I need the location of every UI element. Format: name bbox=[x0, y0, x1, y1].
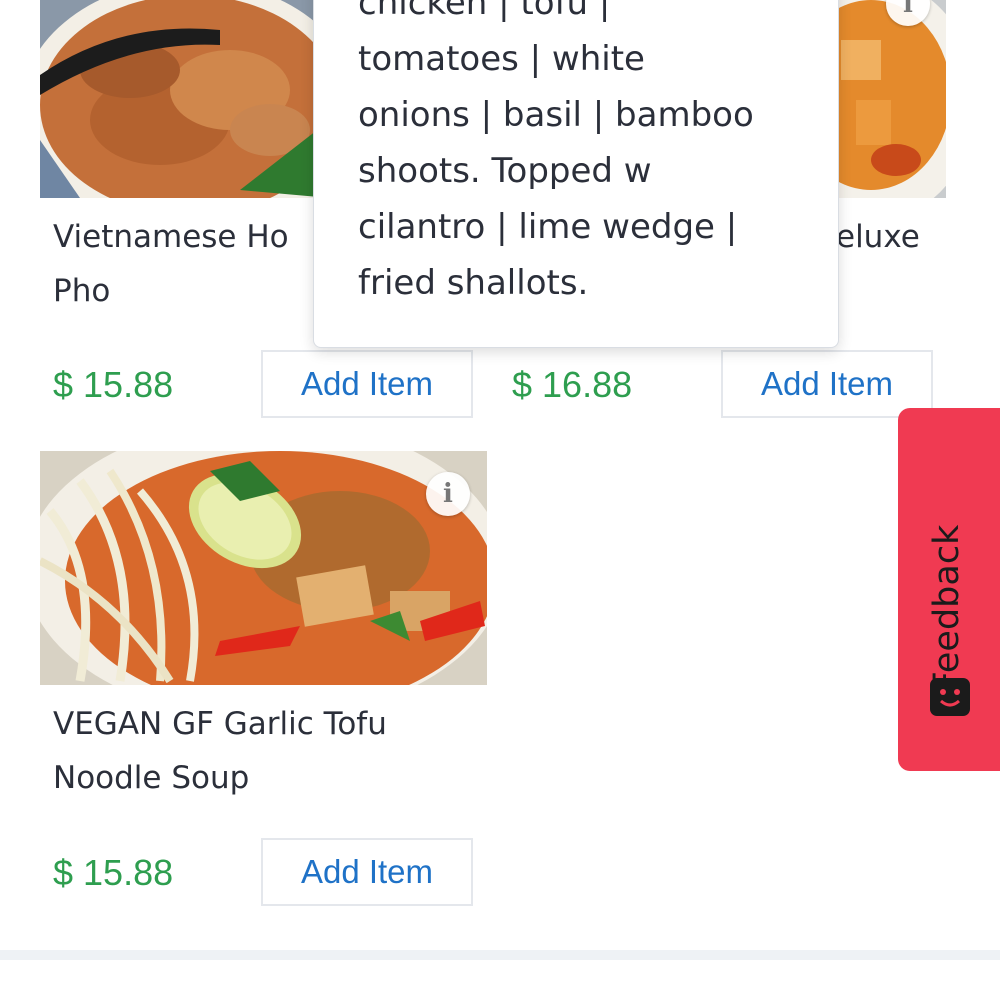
feedback-tab[interactable]: Feedback bbox=[898, 408, 1000, 771]
item-description-tooltip: chicken | tofu | tomatoes | white onions… bbox=[313, 0, 839, 348]
item-name-line1: VEGAN GF Garlic Tofu bbox=[53, 706, 387, 742]
item-price: $ 15.88 bbox=[53, 852, 174, 893]
section-divider bbox=[0, 950, 1000, 960]
tooltip-line: fried shallots. bbox=[358, 263, 589, 303]
item-name-line2: Pho bbox=[53, 273, 111, 309]
tooltip-line: chicken | tofu | bbox=[358, 0, 611, 23]
smile-face-icon bbox=[930, 678, 970, 716]
curry-image bbox=[836, 0, 946, 198]
item-name-line1: Vietnamese Ho bbox=[53, 219, 289, 255]
add-item-button[interactable]: Add Item bbox=[261, 838, 473, 906]
noodle-soup-image bbox=[40, 451, 487, 685]
item-price: $ 15.88 bbox=[53, 364, 174, 405]
tooltip-line: onions | basil | bamboo bbox=[358, 95, 754, 135]
item-price: $ 16.88 bbox=[512, 364, 633, 405]
info-icon[interactable]: i bbox=[426, 472, 470, 516]
pho-image bbox=[40, 0, 330, 198]
add-item-button[interactable]: Add Item bbox=[721, 350, 933, 418]
tooltip-line: tomatoes | white bbox=[358, 39, 645, 79]
tooltip-line: shoots. Topped w bbox=[358, 151, 652, 191]
item-name-line2: Noodle Soup bbox=[53, 760, 250, 796]
item-name-fragment: eluxe bbox=[836, 219, 920, 255]
add-item-button[interactable]: Add Item bbox=[261, 350, 473, 418]
tooltip-line: cilantro | lime wedge | bbox=[358, 207, 738, 247]
